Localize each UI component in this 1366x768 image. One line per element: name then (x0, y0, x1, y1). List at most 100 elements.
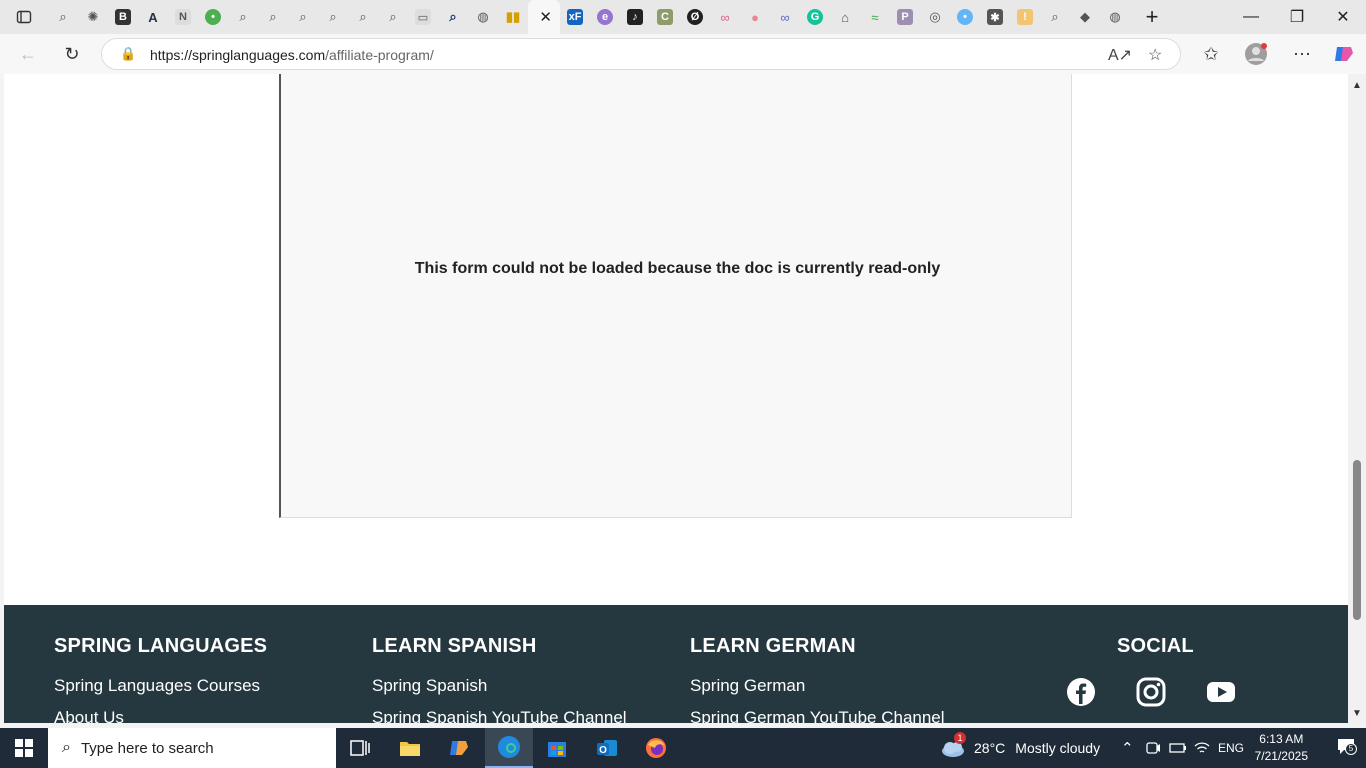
copilot-icon[interactable] (1329, 40, 1359, 68)
address-bar[interactable]: 🔒 https://springlanguages.com/affiliate-… (101, 38, 1181, 70)
tab-box-icon[interactable]: C (650, 0, 680, 34)
instagram-icon[interactable] (1136, 677, 1166, 707)
tab-search-icon[interactable]: ⌕ (258, 0, 288, 34)
footer-col-learn-german: LEARN GERMAN Spring German Spring German… (690, 635, 945, 723)
notification-count: 5 (1345, 743, 1357, 755)
taskbar-clock[interactable]: 6:13 AM 7/21/2025 (1255, 731, 1308, 765)
refresh-icon[interactable]: ↻ (57, 40, 87, 68)
task-view-icon[interactable] (336, 728, 384, 768)
youtube-icon[interactable] (1206, 677, 1236, 707)
notification-center-icon[interactable]: 5 (1336, 737, 1357, 759)
tab-fingerprint-icon[interactable]: ◎ (920, 0, 950, 34)
embedded-form: This form could not be loaded because th… (279, 74, 1072, 518)
tab-strip: ⌕ ✺ B A N • ⌕ ⌕ ⌕ ⌕ ⌕ ⌕ ▭ ⌕ ◍ ▮▮ ✕ xF e … (0, 0, 1366, 34)
tab-doc-icon[interactable]: ▭ (408, 0, 438, 34)
footer-link[interactable]: Spring German YouTube Channel (690, 708, 945, 723)
minimize-icon[interactable]: — (1228, 0, 1274, 34)
page-scrollbar[interactable]: ▲ ▼ (1348, 74, 1366, 723)
tab-puzzle-icon[interactable]: ⌂ (830, 0, 860, 34)
language-indicator[interactable]: ENG (1218, 728, 1244, 768)
svg-text:O: O (599, 745, 607, 756)
edge-browser-icon[interactable] (485, 728, 533, 768)
scroll-down-icon[interactable]: ▼ (1352, 708, 1362, 719)
read-aloud-icon[interactable]: A↗ (1108, 45, 1132, 65)
tab-xf-icon[interactable]: xF (560, 0, 590, 34)
tab-search-icon[interactable]: ⌕ (1040, 0, 1070, 34)
close-icon[interactable]: ✕ (539, 8, 552, 26)
tab-search-icon[interactable]: ⌕ (318, 0, 348, 34)
tab-bars-icon[interactable]: ▮▮ (498, 0, 528, 34)
weather-badge: 1 (954, 732, 966, 744)
tab-search-icon[interactable]: ⌕ (228, 0, 258, 34)
footer-heading: SOCIAL (1117, 635, 1194, 657)
clock-date: 7/21/2025 (1254, 749, 1308, 763)
tab-active[interactable]: ✕ (528, 0, 560, 34)
url-text[interactable]: https://springlanguages.com/affiliate-pr… (150, 47, 434, 63)
tab-globe-icon[interactable]: ◍ (468, 0, 498, 34)
tab-actions-icon[interactable] (0, 0, 48, 34)
back-icon[interactable]: ← (13, 40, 43, 68)
lock-icon[interactable]: 🔒 (120, 46, 136, 62)
tab-search-icon[interactable]: ⌕ (438, 0, 468, 34)
microsoft-store-icon[interactable] (533, 728, 581, 768)
taskbar-search[interactable]: ⌕ Type here to search (48, 728, 336, 768)
tab-b-icon[interactable]: B (108, 0, 138, 34)
tab-notion-icon[interactable]: N (168, 0, 198, 34)
tab-loop-icon[interactable]: ∞ (770, 0, 800, 34)
footer-heading: LEARN SPANISH (372, 635, 537, 657)
footer-link[interactable]: Spring Languages Courses (54, 676, 267, 696)
tab-yellow-icon[interactable]: ! (1010, 0, 1040, 34)
footer-link[interactable]: Spring German (690, 676, 945, 696)
tab-blue-icon[interactable]: • (950, 0, 980, 34)
restore-icon[interactable]: ❐ (1274, 0, 1320, 34)
outlook-icon[interactable]: O (583, 728, 631, 768)
tab-search-icon[interactable]: ⌕ (348, 0, 378, 34)
more-menu-icon[interactable]: ⋯ (1287, 40, 1317, 68)
tab-tiktok-icon[interactable]: ♪ (620, 0, 650, 34)
scrollbar-thumb[interactable] (1353, 460, 1361, 620)
close-window-icon[interactable]: ✕ (1320, 0, 1366, 34)
tab-grammarly-icon[interactable]: G (800, 0, 830, 34)
clock-time: 6:13 AM (1259, 732, 1304, 746)
profile-avatar[interactable] (1241, 40, 1271, 68)
tab-star-icon[interactable]: ✱ (980, 0, 1010, 34)
tab-link-icon[interactable]: ∞ (710, 0, 740, 34)
favorite-star-icon[interactable]: ☆ (1148, 45, 1162, 65)
show-hidden-icons[interactable]: ⌃ (1121, 728, 1134, 768)
windows-start-icon[interactable] (0, 728, 48, 768)
windows-taskbar: ⌕ Type here to search O 1 28°C Mostly cl… (0, 728, 1366, 768)
wifi-icon[interactable] (1194, 728, 1210, 768)
weather-widget[interactable]: 1 28°C Mostly cloudy (940, 728, 1100, 768)
tab-chatgpt-icon[interactable]: ✺ (78, 0, 108, 34)
tab-layers-icon[interactable]: ◆ (1070, 0, 1100, 34)
facebook-icon[interactable] (1066, 677, 1096, 707)
tab-dark-icon[interactable]: Ø (680, 0, 710, 34)
tab-globe-icon[interactable]: ◍ (1100, 0, 1130, 34)
copilot-app-icon[interactable] (435, 728, 483, 768)
battery-icon[interactable] (1169, 728, 1187, 768)
tab-p-icon[interactable]: P (890, 0, 920, 34)
firefox-icon[interactable] (632, 728, 680, 768)
search-placeholder: Type here to search (80, 739, 214, 757)
footer-col-spring-languages: SPRING LANGUAGES Spring Languages Course… (54, 635, 267, 723)
footer-link[interactable]: About Us (54, 708, 267, 723)
tab-green-icon[interactable]: • (198, 0, 228, 34)
tab-ai-icon[interactable]: A (138, 0, 168, 34)
footer-col-social: SOCIAL (1117, 635, 1194, 658)
footer-link[interactable]: Spring Spanish YouTube Channel (372, 708, 627, 723)
page-content: This form could not be loaded because th… (4, 74, 1348, 723)
favorites-icon[interactable]: ✩ (1196, 40, 1226, 68)
tab-purple-icon[interactable]: e (590, 0, 620, 34)
tab-search-icon[interactable]: ⌕ (378, 0, 408, 34)
tab-search-icon[interactable]: ⌕ (288, 0, 318, 34)
new-tab-icon[interactable]: + (1130, 0, 1174, 34)
tab-wave-icon[interactable]: ≈ (860, 0, 890, 34)
meet-now-icon[interactable] (1145, 728, 1161, 768)
file-explorer-icon[interactable] (386, 728, 434, 768)
footer-link[interactable]: Spring Spanish (372, 676, 627, 696)
tab-dots-icon[interactable]: ● (740, 0, 770, 34)
scroll-up-icon[interactable]: ▲ (1352, 80, 1362, 91)
form-error-message: This form could not be loaded because th… (414, 260, 941, 277)
tab-search-icon[interactable]: ⌕ (48, 0, 78, 34)
weather-temp: 28°C (974, 740, 1006, 756)
